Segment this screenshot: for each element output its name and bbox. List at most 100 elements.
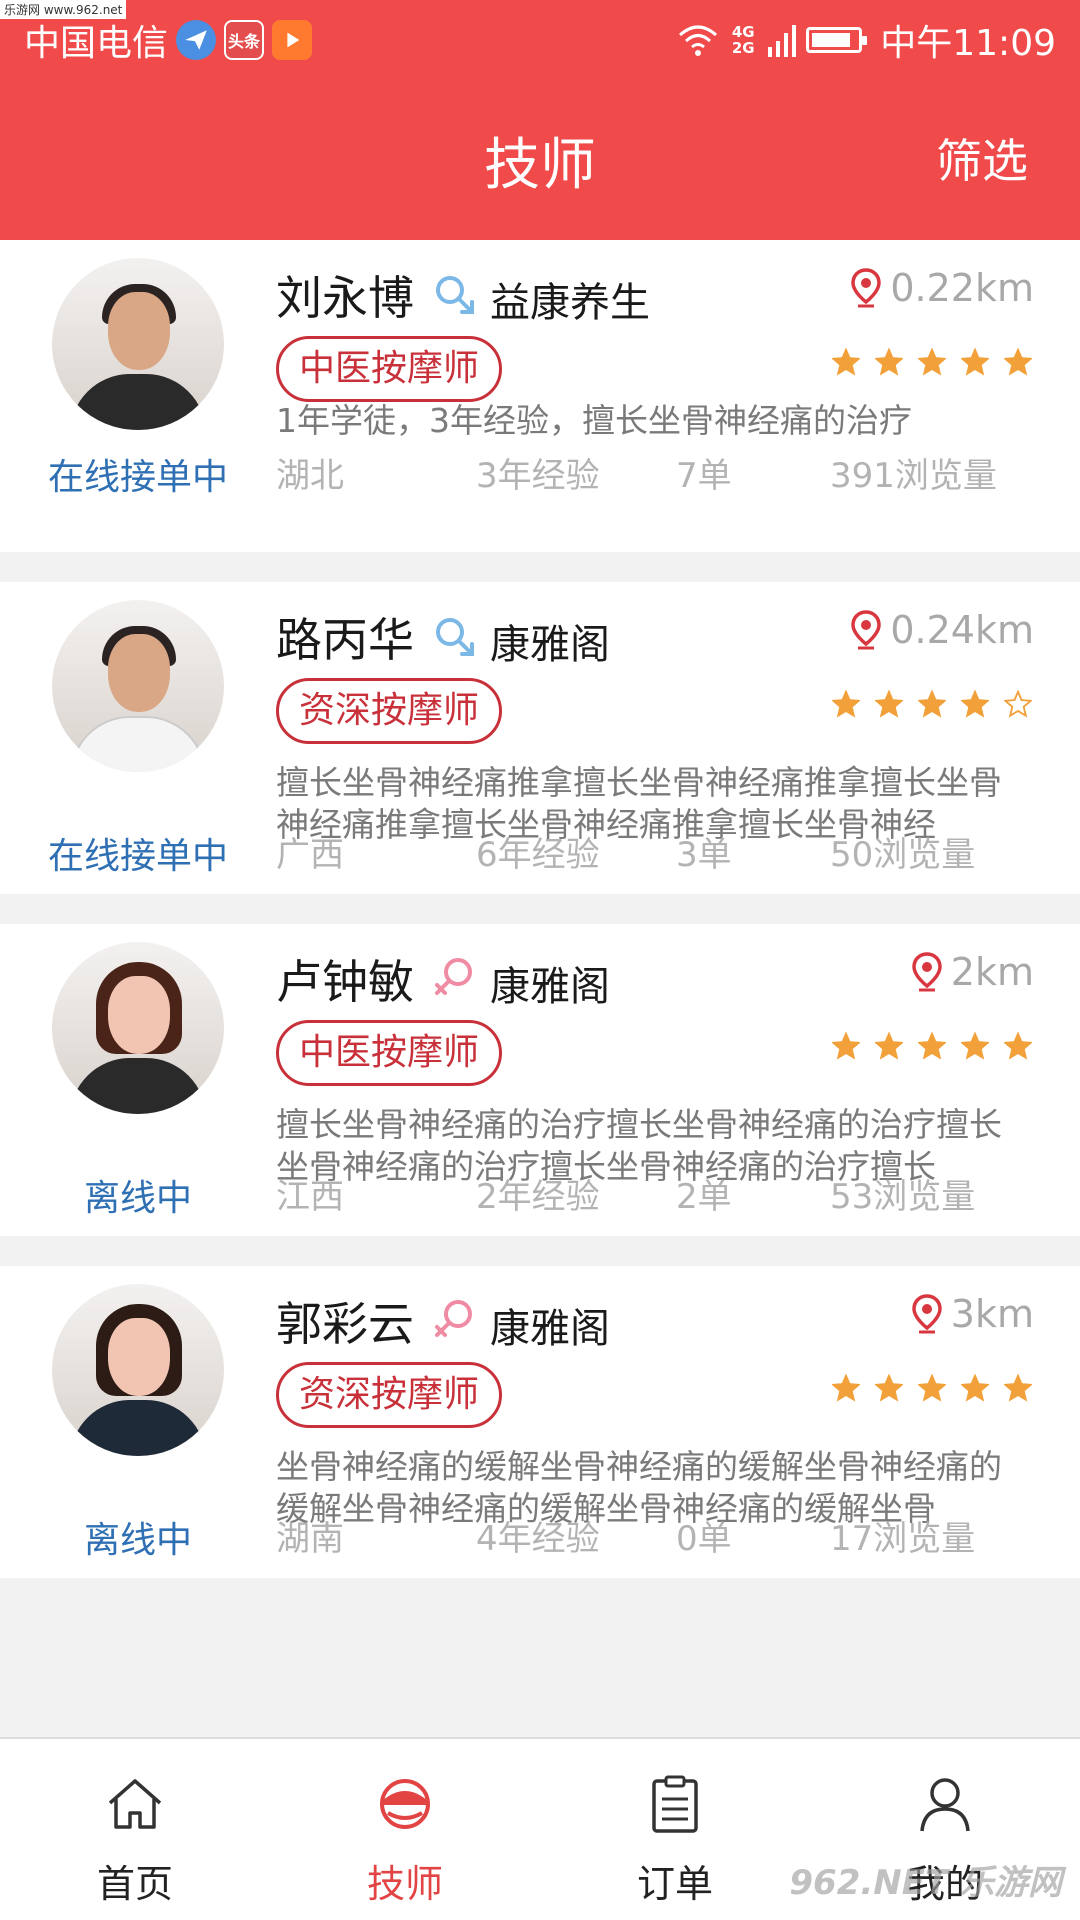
location-pin-icon <box>851 610 882 650</box>
star-filled-icon <box>961 690 989 718</box>
distance-value: 3km <box>950 1292 1034 1336</box>
technician-name: 路丙华 <box>276 613 414 667</box>
star-filled-icon <box>961 1032 989 1060</box>
rating-stars <box>832 690 1032 718</box>
shop-name: 益康养生 <box>490 280 650 326</box>
avatar <box>52 258 224 430</box>
meta-region: 湖南 <box>276 1519 344 1559</box>
technician-card[interactable]: 在线接单中 路丙华 康雅阁 0.24km 资深按摩师 擅长坐骨神经痛推拿擅长坐骨神经痛推拿… <box>0 582 1080 894</box>
nav-label-orders: 订单 <box>636 1862 713 1906</box>
home-icon <box>108 1779 162 1829</box>
meta-views: 391浏览量 <box>830 456 997 496</box>
rating-stars <box>832 1032 1032 1060</box>
technician-name: 郭彩云 <box>276 1297 414 1351</box>
battery-icon <box>806 27 868 53</box>
description: 1年学徒，3年经验，擅长坐骨神经痛的治疗 <box>276 401 912 440</box>
meta-experience: 2年经验 <box>476 1177 600 1217</box>
user-icon <box>920 1778 970 1832</box>
distance: 0.24km <box>850 608 1034 652</box>
online-status: 在线接单中 <box>47 457 228 498</box>
technician-card[interactable]: 在线接单中 刘永博 益康养生 0.22km 中医按摩师 1年学徒，3年经验，擅长坐骨神经痛… <box>0 240 1080 552</box>
title-tag: 资深按摩师 <box>276 678 503 744</box>
meta-orders: 7单 <box>676 456 732 496</box>
star-filled-icon <box>961 348 989 376</box>
page-title: 技师 <box>484 133 596 198</box>
distance-value: 0.22km <box>890 266 1034 310</box>
meta-views: 53浏览量 <box>830 1177 976 1217</box>
location-pin-icon <box>912 952 942 992</box>
location-pin-icon <box>851 268 882 308</box>
star-filled-icon <box>832 690 860 718</box>
distance-value: 0.24km <box>890 608 1034 652</box>
star-filled-icon <box>918 348 946 376</box>
bottom-watermark: 962.NET 乐游网 <box>789 1863 1062 1903</box>
meta-region: 江西 <box>276 1177 344 1217</box>
toutiao-badge: 头条 <box>224 20 265 60</box>
meta-orders: 2单 <box>676 1177 732 1217</box>
nav-label-technician: 技师 <box>366 1862 443 1906</box>
meta-views: 50浏览量 <box>830 835 976 875</box>
shop-name: 康雅阁 <box>490 622 610 668</box>
top-watermark: 乐游网 www.962.net <box>0 0 127 19</box>
paper-plane-icon <box>176 20 217 60</box>
technician-card[interactable]: 离线中 卢钟敏 康雅阁 2km 中医按摩师 擅长坐骨神经痛的治疗擅长坐骨神经痛的治疗擅长坐… <box>0 924 1080 1236</box>
nav-orders[interactable]: 订单 <box>540 1739 810 1920</box>
female-gender-icon <box>435 958 472 995</box>
location-pin-icon <box>912 1294 942 1334</box>
meta-orders: 0单 <box>676 1519 732 1559</box>
network-type: 4G 2G <box>731 23 755 57</box>
star-filled-icon <box>918 690 946 718</box>
technician-name: 刘永博 <box>276 271 414 325</box>
header-bar: 中国电信 头条 4G 2G 中午11:09 技师 筛选 <box>0 0 1080 240</box>
carrier-label: 中国电信 <box>24 23 169 64</box>
technician-card[interactable]: 离线中 郭彩云 康雅阁 3km 资深按摩师 坐骨神经痛的缓解坐骨神经痛的缓解坐骨神经痛的缓… <box>0 1266 1080 1578</box>
star-filled-icon <box>875 1032 903 1060</box>
technician-icon <box>380 1779 430 1829</box>
signal-icon <box>768 25 797 57</box>
meta-region: 广西 <box>276 835 344 875</box>
rating-stars <box>832 348 1032 376</box>
nav-label-home: 首页 <box>96 1862 173 1906</box>
distance: 3km <box>911 1292 1034 1336</box>
star-filled-icon <box>875 1374 903 1402</box>
star-filled-icon <box>1004 1032 1032 1060</box>
distance: 2km <box>911 950 1034 994</box>
video-icon <box>272 20 313 60</box>
avatar <box>52 600 224 772</box>
star-filled-icon <box>1004 1374 1032 1402</box>
technician-name: 卢钟敏 <box>276 955 414 1009</box>
meta-region: 湖北 <box>276 456 344 496</box>
male-gender-icon <box>436 276 474 314</box>
shop-name: 康雅阁 <box>490 1306 610 1352</box>
title-tag: 中医按摩师 <box>276 1020 503 1086</box>
star-empty-icon <box>1004 690 1032 718</box>
bottom-nav: 首页 技师 订单 我的 962.NET 乐游网 <box>0 1737 1080 1920</box>
nav-technician[interactable]: 技师 <box>270 1739 540 1920</box>
meta-orders: 3单 <box>676 835 732 875</box>
star-filled-icon <box>918 1374 946 1402</box>
online-status: 离线中 <box>83 1178 192 1219</box>
avatar <box>52 942 224 1114</box>
star-filled-icon <box>832 1032 860 1060</box>
distance-value: 2km <box>950 950 1034 994</box>
nav-home[interactable]: 首页 <box>0 1739 270 1920</box>
online-status: 离线中 <box>83 1520 192 1561</box>
star-filled-icon <box>961 1374 989 1402</box>
female-gender-icon <box>435 1300 472 1337</box>
distance: 0.22km <box>850 266 1034 310</box>
online-status: 在线接单中 <box>47 836 228 877</box>
avatar <box>52 1284 224 1456</box>
meta-experience: 6年经验 <box>476 835 600 875</box>
rating-stars <box>832 1374 1032 1402</box>
shop-name: 康雅阁 <box>490 964 610 1010</box>
star-filled-icon <box>875 348 903 376</box>
status-bar: 中国电信 头条 4G 2G 中午11:09 <box>0 10 1080 70</box>
wifi-icon <box>679 25 718 56</box>
filter-button[interactable]: 筛选 <box>936 125 1028 191</box>
star-filled-icon <box>918 1032 946 1060</box>
order-clipboard-icon <box>652 1775 698 1833</box>
title-tag: 中医按摩师 <box>276 336 503 402</box>
male-gender-icon <box>436 618 474 656</box>
star-filled-icon <box>875 690 903 718</box>
meta-experience: 3年经验 <box>476 456 600 496</box>
